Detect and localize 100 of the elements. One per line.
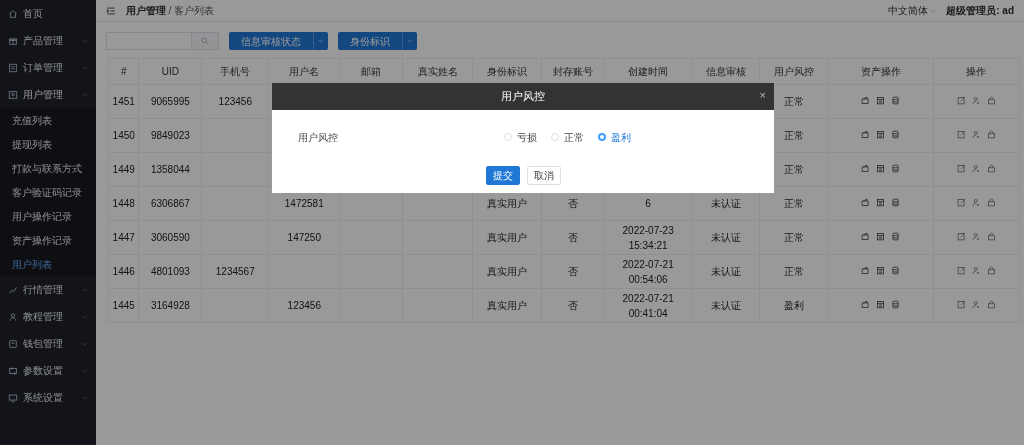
sidebar-item[interactable]: 首页	[0, 0, 96, 27]
user-icon[interactable]	[971, 198, 981, 207]
cancel-button[interactable]: 取消	[526, 166, 561, 185]
database-icon[interactable]	[891, 198, 901, 207]
table-cell: 真实用户	[472, 220, 542, 255]
database-icon[interactable]	[891, 164, 901, 173]
column-header: 资产操作	[828, 58, 934, 85]
sidebar-subitem[interactable]: 打款与联系方式	[0, 156, 96, 180]
lock-icon[interactable]	[986, 300, 996, 309]
calendar-icon[interactable]	[876, 164, 886, 173]
calendar-icon[interactable]	[876, 198, 886, 207]
sidebar-subitem[interactable]: 充值列表	[0, 108, 96, 132]
chevron-down-icon	[82, 367, 88, 374]
sidebar-item[interactable]: 参数设置	[0, 357, 96, 384]
table-cell: 3164928	[138, 288, 202, 323]
wallet-icon[interactable]	[861, 164, 871, 173]
column-header: 操作	[933, 58, 1020, 85]
sidebar-subitem[interactable]: 用户操作记录	[0, 204, 96, 228]
database-icon[interactable]	[891, 96, 901, 105]
user-icon[interactable]	[971, 232, 981, 241]
user-icon[interactable]	[971, 266, 981, 275]
edit-icon[interactable]	[956, 232, 966, 241]
table-cell: 1447	[108, 220, 139, 255]
sidebar-item[interactable]: 教程管理	[0, 303, 96, 330]
language-dropdown[interactable]: 中文简体	[887, 3, 937, 18]
breadcrumb-link[interactable]: 用户管理	[126, 3, 166, 18]
chevron-down-icon	[82, 64, 88, 71]
sidebar-subitem[interactable]: 资产操作记录	[0, 228, 96, 252]
database-icon[interactable]	[891, 232, 901, 241]
database-icon[interactable]	[891, 266, 901, 275]
sidebar-subitem[interactable]: 提现列表	[0, 132, 96, 156]
database-icon[interactable]	[891, 300, 901, 309]
sidebar-item[interactable]: 订单管理	[0, 54, 96, 81]
edit-icon[interactable]	[956, 164, 966, 173]
edit-icon[interactable]	[956, 198, 966, 207]
table-cell: 否	[541, 254, 605, 289]
radio-option[interactable]: 正常	[551, 129, 584, 145]
edit-icon[interactable]	[956, 130, 966, 139]
user-icon[interactable]	[971, 96, 981, 105]
wallet-icon[interactable]	[861, 266, 871, 275]
column-header: 手机号	[201, 58, 269, 85]
calendar-icon[interactable]	[876, 300, 886, 309]
calendar-icon[interactable]	[876, 232, 886, 241]
submit-button[interactable]: 提交	[485, 166, 520, 185]
lock-icon[interactable]	[986, 266, 996, 275]
table-cell: 1446	[108, 254, 139, 289]
table-cell: 1445	[108, 288, 139, 323]
wallet-icon[interactable]	[861, 232, 871, 241]
wallet-icon[interactable]	[861, 198, 871, 207]
filter-dropdown[interactable]: 信息审核状态	[229, 32, 328, 50]
chevron-down-icon	[82, 394, 88, 401]
list-icon	[8, 62, 18, 73]
breadcrumb-separator: /	[168, 4, 172, 18]
filter-dropdown[interactable]: 身份标识	[338, 32, 417, 50]
lock-icon[interactable]	[986, 130, 996, 139]
chevron-up-icon	[82, 91, 88, 98]
field-label: 用户风控	[298, 130, 339, 145]
person-icon	[8, 311, 18, 322]
edit-icon[interactable]	[956, 300, 966, 309]
table-cell: 盈利	[759, 288, 829, 323]
sidebar-item[interactable]: 产品管理	[0, 27, 96, 54]
calendar-icon[interactable]	[876, 130, 886, 139]
database-icon[interactable]	[891, 130, 901, 139]
sidebar-item[interactable]: 用户管理	[0, 81, 96, 108]
wallet-icon[interactable]	[861, 300, 871, 309]
sidebar-item[interactable]: 钱包管理	[0, 330, 96, 357]
lock-icon[interactable]	[986, 164, 996, 173]
chevron-down-icon	[82, 37, 88, 44]
close-button[interactable]: ×	[759, 90, 766, 101]
calendar-icon[interactable]	[876, 266, 886, 275]
user-icon[interactable]	[971, 164, 981, 173]
edit-icon[interactable]	[956, 266, 966, 275]
edit-icon[interactable]	[956, 96, 966, 105]
chevron-down-icon	[82, 340, 88, 347]
table-cell: 3060590	[138, 220, 202, 255]
table-cell: 1234567	[201, 254, 269, 289]
user-icon[interactable]	[971, 130, 981, 139]
table-cell: 否	[541, 220, 605, 255]
table-cell: 147250	[268, 220, 340, 255]
table-cell: 2022-07-21 00:41:04	[604, 288, 692, 323]
table-cell: 未认证	[691, 220, 760, 255]
lock-icon[interactable]	[986, 232, 996, 241]
lock-icon[interactable]	[986, 96, 996, 105]
lock-icon[interactable]	[986, 198, 996, 207]
home-icon	[8, 8, 18, 19]
table-cell: 123456	[268, 288, 340, 323]
chevron-down-icon	[82, 313, 88, 320]
calendar-icon[interactable]	[876, 96, 886, 105]
table-cell: 1451	[108, 84, 139, 119]
sidebar-item[interactable]: 系统设置	[0, 384, 96, 411]
wallet-icon[interactable]	[861, 96, 871, 105]
menu-fold-icon	[106, 5, 116, 16]
wallet-icon[interactable]	[861, 130, 871, 139]
sidebar-subitem[interactable]: 用户列表	[0, 252, 96, 276]
radio-option[interactable]: 亏损	[504, 129, 537, 145]
user-icon[interactable]	[971, 300, 981, 309]
sidebar-subitem[interactable]: 客户验证码记录	[0, 180, 96, 204]
chevron-down-icon	[930, 7, 937, 14]
radio-option[interactable]: 盈利	[598, 129, 631, 145]
sidebar-item[interactable]: 行情管理	[0, 276, 96, 303]
